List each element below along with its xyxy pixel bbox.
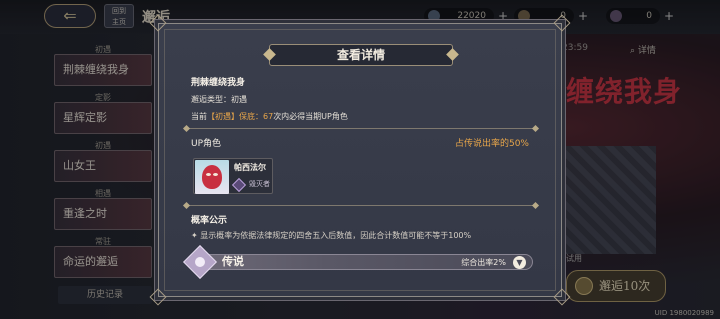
rarity-tier-legendary[interactable]: 传说 综合出率2% ▼ [183,245,533,279]
character-avatar [195,160,229,194]
character-class: 毁灭者 [249,180,270,188]
up-section-header: UP角色 [191,139,222,149]
pool-guarantee: 当前【初遇】保底：67次内必得当期UP角色 [191,111,348,122]
section-divider [187,205,535,206]
guarantee-highlight: 【初遇】保底： [207,112,263,121]
up-section-rate: 占传说出率的50% [454,139,529,149]
guarantee-count: 67 [263,112,274,121]
section-divider [187,128,535,129]
guarantee-suffix: 次内必得当期UP角色 [273,112,348,121]
rarity-label: 传说 [222,255,244,268]
character-name: 帕西法尔 [234,163,266,172]
chevron-down-icon[interactable]: ▼ [513,256,526,269]
mask-icon [202,165,222,189]
rarity-rate: 综合出率2% [461,258,506,267]
pool-type: 邂逅类型：初遇 [191,95,247,104]
destroyer-class-icon [231,177,247,193]
pool-name: 荆棘缠绕我身 [191,78,246,88]
dialog-title: 查看详情 [269,44,453,66]
legendary-emblem-icon [183,245,217,279]
probability-note: ✦ 显示概率为依据法律规定的四舍五入后数值，因此合计数值可能不等于100% [191,231,472,240]
probability-title: 概率公示 [191,216,228,226]
guarantee-prefix: 当前 [191,112,207,121]
details-dialog: 查看详情 荆棘缠绕我身 邂逅类型：初遇 当前【初遇】保底：67次内必得当期UP角… [149,14,571,306]
up-character-card[interactable]: 帕西法尔 毁灭者 [193,158,273,194]
